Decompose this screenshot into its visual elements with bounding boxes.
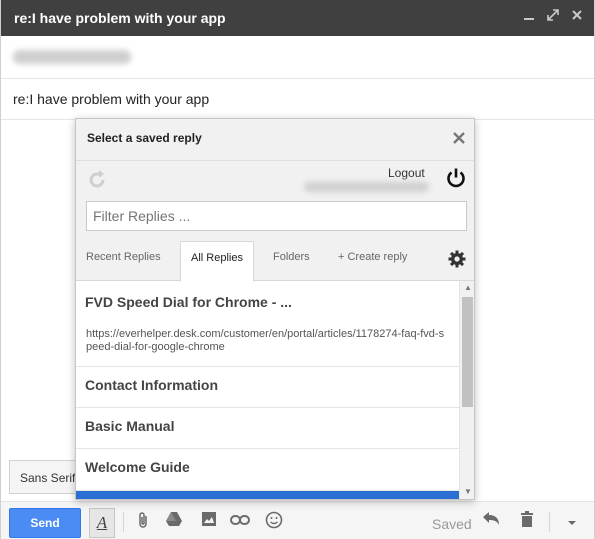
compose-titlebar[interactable]: re:I have problem with your app xyxy=(1,0,594,36)
logout-link[interactable]: Logout xyxy=(388,166,425,180)
gear-icon[interactable] xyxy=(448,250,466,268)
popup-title: Select a saved reply xyxy=(87,131,202,145)
reply-title: Basic Manual xyxy=(85,418,175,434)
compose-window: re:I have problem with your app re:I hav… xyxy=(0,0,595,539)
saved-status: Saved xyxy=(432,516,472,532)
reply-item[interactable]: FVD Speed Dial for Chrome - ... xyxy=(76,281,459,319)
popout-icon[interactable] xyxy=(544,8,562,26)
replies-list: FVD Speed Dial for Chrome - ... https://… xyxy=(76,281,459,499)
close-icon[interactable] xyxy=(568,8,586,26)
recipient-chip xyxy=(13,50,131,64)
reply-item[interactable]: Basic Manual xyxy=(76,408,459,449)
send-button[interactable]: Send xyxy=(9,508,81,538)
reply-item[interactable]: Welcome Guide xyxy=(76,449,459,491)
scroll-thumb[interactable] xyxy=(462,297,473,407)
reply-tabs: Recent Replies All Replies Folders + Cre… xyxy=(76,239,474,282)
reply-url: https://everhelper.desk.com/customer/en/… xyxy=(86,328,445,353)
refresh-icon[interactable] xyxy=(86,169,108,191)
saved-reply-popup: Select a saved reply Logout Recent Repli… xyxy=(75,118,475,500)
reply-item-selected[interactable] xyxy=(76,491,459,499)
compose-title: re:I have problem with your app xyxy=(14,10,226,26)
more-options-icon[interactable] xyxy=(561,511,583,533)
photo-icon[interactable] xyxy=(198,511,220,533)
reply-title: FVD Speed Dial for Chrome - ... xyxy=(85,294,292,310)
tab-create-reply[interactable]: + Create reply xyxy=(338,251,407,263)
trash-icon[interactable] xyxy=(516,511,538,533)
recipients-field[interactable] xyxy=(1,36,594,79)
reply-title: Welcome Guide xyxy=(85,459,190,475)
undo-icon[interactable] xyxy=(480,511,502,533)
compose-toolbar: Send A Saved xyxy=(1,501,594,539)
tab-folders[interactable]: Folders xyxy=(273,251,310,263)
subject-field[interactable]: re:I have problem with your app xyxy=(1,79,594,120)
minimize-icon[interactable] xyxy=(520,8,538,26)
scroll-down-icon[interactable]: ▼ xyxy=(463,487,473,496)
formatting-options-button[interactable]: A xyxy=(89,508,115,538)
text-format-icon: A xyxy=(96,513,108,532)
account-email xyxy=(304,182,429,192)
paperclip-icon[interactable] xyxy=(132,511,154,533)
subject-text: re:I have problem with your app xyxy=(13,91,210,107)
link-icon[interactable] xyxy=(229,511,251,533)
reply-preview[interactable]: https://everhelper.desk.com/customer/en/… xyxy=(76,319,459,367)
toolbar-divider xyxy=(123,512,124,532)
font-family-select[interactable]: Sans Serif xyxy=(9,460,81,494)
filter-row xyxy=(76,201,474,239)
reply-title: Contact Information xyxy=(85,377,218,393)
tab-recent-replies[interactable]: Recent Replies xyxy=(86,251,161,263)
power-icon[interactable] xyxy=(445,167,467,189)
toolbar-divider xyxy=(549,512,550,532)
scroll-up-icon[interactable]: ▲ xyxy=(463,283,473,292)
drive-icon[interactable] xyxy=(163,511,185,533)
tab-all-replies[interactable]: All Replies xyxy=(180,241,254,282)
replies-scrollbar[interactable]: ▲ ▼ xyxy=(459,281,474,499)
emoji-icon[interactable] xyxy=(263,511,285,533)
popup-header: Select a saved reply xyxy=(76,119,474,161)
popup-close-icon[interactable] xyxy=(448,127,470,149)
account-row: Logout xyxy=(76,161,474,201)
filter-replies-input[interactable] xyxy=(86,201,467,231)
reply-item[interactable]: Contact Information xyxy=(76,367,459,408)
